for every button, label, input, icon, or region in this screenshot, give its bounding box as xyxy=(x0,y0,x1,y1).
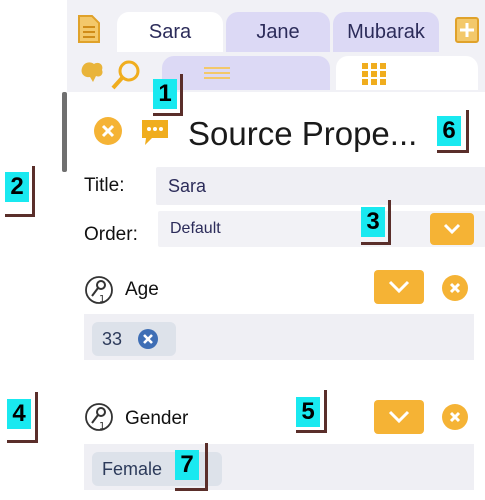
document-icon[interactable] xyxy=(77,14,101,44)
callout-7: 7 xyxy=(175,450,199,480)
chip-label: 33 xyxy=(102,329,123,349)
chat-icon xyxy=(138,116,172,148)
gender-dropdown-button[interactable] xyxy=(374,400,424,434)
age-value-chip: 33 xyxy=(92,322,176,356)
search-icon[interactable] xyxy=(110,58,144,92)
tab-jane[interactable]: Jane xyxy=(226,12,330,52)
callout-5: 5 xyxy=(296,397,320,427)
chevron-down-icon xyxy=(388,280,410,294)
close-icon[interactable] xyxy=(94,117,122,145)
age-dropdown-button[interactable] xyxy=(374,270,424,304)
grid-icon xyxy=(361,62,387,86)
key-icon: 1 xyxy=(84,402,114,432)
map-icon[interactable] xyxy=(78,58,106,86)
svg-text:1: 1 xyxy=(99,421,105,432)
tab-sara[interactable]: Sara xyxy=(117,12,223,52)
remove-age-icon[interactable] xyxy=(442,275,468,301)
left-gutter xyxy=(58,0,67,500)
list-icon xyxy=(202,65,232,81)
remove-chip-icon[interactable] xyxy=(138,329,158,349)
tab-list-view[interactable] xyxy=(162,56,330,90)
order-label: Order: xyxy=(84,224,138,245)
property-label-gender: Gender xyxy=(125,408,189,429)
chevron-down-icon xyxy=(388,410,410,424)
tab-mubarak[interactable]: Mubarak xyxy=(333,12,439,52)
page-title: Source Prope... xyxy=(188,115,418,152)
scrollbar-thumb[interactable] xyxy=(62,92,67,172)
svg-text:1: 1 xyxy=(99,294,105,305)
callout-6: 6 xyxy=(437,116,461,146)
remove-gender-icon[interactable] xyxy=(442,404,468,430)
tab-grid-view[interactable] xyxy=(336,56,478,90)
title-field[interactable]: Sara xyxy=(156,167,485,205)
order-dropdown-button[interactable] xyxy=(430,213,474,245)
callout-2: 2 xyxy=(5,172,29,202)
chip-label: Female xyxy=(102,459,163,479)
title-label: Title: xyxy=(84,175,125,196)
property-label-age: Age xyxy=(125,279,159,300)
chevron-down-icon xyxy=(443,223,461,235)
callout-1: 1 xyxy=(153,79,177,109)
key-icon: 1 xyxy=(84,275,114,305)
callout-3: 3 xyxy=(361,207,385,237)
add-icon[interactable] xyxy=(454,16,480,44)
callout-4: 4 xyxy=(7,399,31,429)
